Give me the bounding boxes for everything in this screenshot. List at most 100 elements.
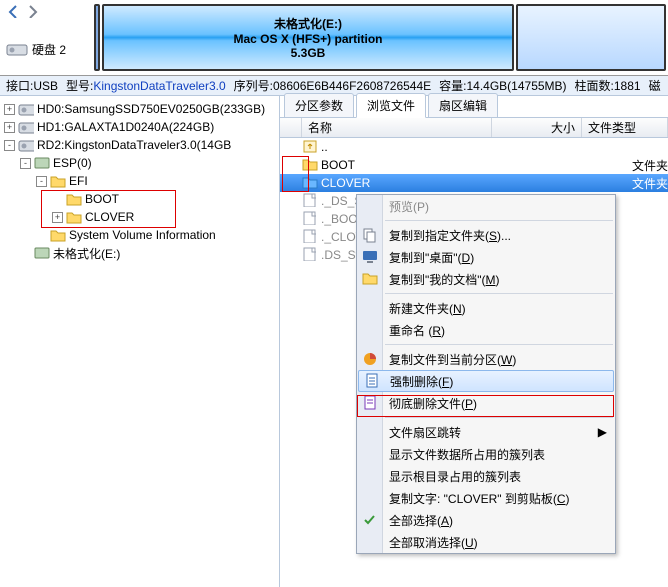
tab[interactable]: 分区参数 — [284, 93, 354, 117]
ctx-item[interactable]: 复制文字: "CLOVER" 到剪贴板(C) — [357, 487, 615, 509]
pie-icon — [362, 351, 378, 367]
hdd-icon — [18, 120, 34, 134]
tree-expander-icon[interactable] — [36, 230, 47, 241]
ctx-item[interactable]: 复制到指定文件夹(S)... — [357, 224, 615, 246]
folder-icon — [302, 175, 318, 192]
tree-expander-icon[interactable]: - — [20, 158, 31, 169]
hdd-icon — [18, 102, 34, 116]
ctx-item[interactable]: 彻底删除文件(P) — [357, 392, 615, 414]
tree-row[interactable]: 未格式化(E:) — [2, 244, 277, 262]
tree-row[interactable]: - ESP(0) — [2, 154, 277, 172]
ctx-label: 文件扇区跳转 — [389, 424, 461, 441]
tree-row[interactable]: + CLOVER — [2, 208, 277, 226]
partition-size: 5.3GB — [291, 46, 326, 60]
device-tree[interactable]: + HD0:SamsungSSD750EV0250GB(233GB) + HD1:GA… — [0, 96, 280, 587]
file-icon — [302, 193, 318, 210]
folder-icon — [50, 174, 66, 188]
submenu-arrow-icon: ▶ — [598, 425, 607, 439]
ctx-label: 复制文字: "CLOVER" 到剪贴板(C) — [389, 490, 570, 507]
file-type: 文件夹 — [632, 175, 668, 192]
ctx-label: 复制文件到当前分区(W) — [389, 351, 516, 368]
ctx-item[interactable]: 新建文件夹(N) — [357, 297, 615, 319]
tree-row[interactable]: + HD0:SamsungSSD750EV0250GB(233GB) — [2, 100, 277, 118]
ctx-label: 复制到"我的文档"(M) — [389, 271, 500, 288]
file-type: 文件夹 — [632, 157, 668, 174]
hdd-icon — [18, 138, 34, 152]
context-menu: 预览(P) 复制到指定文件夹(S)... 复制到"桌面"(D) 复制到"我的文档"(… — [356, 194, 616, 554]
ctx-label: 重命名 (R) — [389, 322, 445, 339]
tree-expander-icon[interactable]: - — [4, 140, 15, 151]
file-row[interactable]: .. — [280, 138, 668, 156]
ctx-item[interactable]: 全部取消选择(U) — [357, 531, 615, 553]
folder-icon — [66, 192, 82, 206]
tree-row[interactable]: + HD1:GALAXTA1D0240A(224GB) — [2, 118, 277, 136]
tree-row[interactable]: - EFI — [2, 172, 277, 190]
nav-fwd-icon[interactable] — [26, 4, 40, 21]
tree-expander-icon[interactable]: + — [4, 122, 15, 133]
tree-label: ESP(0) — [53, 156, 92, 170]
partition-map[interactable]: 未格式化(E:) Mac OS X (HFS+) partition 5.3GB — [94, 0, 668, 75]
ctx-item[interactable]: 强制删除(F) — [358, 370, 614, 392]
copy-icon — [362, 227, 378, 243]
tree-expander-icon[interactable] — [20, 248, 31, 259]
folder-icon — [66, 210, 82, 224]
ctx-label: 强制删除(F) — [390, 373, 453, 390]
ctx-item[interactable]: 复制到"桌面"(D) — [357, 246, 615, 268]
tree-label: CLOVER — [85, 210, 134, 224]
folder-icon — [302, 157, 318, 174]
ctx-label: 新建文件夹(N) — [389, 300, 466, 317]
tree-label: HD0:SamsungSSD750EV0250GB(233GB) — [37, 102, 265, 116]
tree-row[interactable]: BOOT — [2, 190, 277, 208]
ctx-item[interactable]: 全部选择(A) — [357, 509, 615, 531]
file-name: CLOVER — [321, 176, 542, 190]
up-icon — [302, 139, 318, 156]
ctx-item[interactable]: 复制文件到当前分区(W) — [357, 348, 615, 370]
ctx-item[interactable]: 复制到"我的文档"(M) — [357, 268, 615, 290]
ctx-item[interactable]: 重命名 (R) — [357, 319, 615, 341]
col-size[interactable]: 大小 — [492, 118, 582, 137]
file-icon — [302, 229, 318, 246]
disk-indicator: 硬盘 2 — [6, 41, 88, 58]
tree-expander-icon[interactable]: + — [52, 212, 63, 223]
folder-icon — [50, 228, 66, 242]
ctx-header: 预览(P) — [357, 195, 615, 217]
part-icon — [34, 156, 50, 170]
tree-label: BOOT — [85, 192, 119, 206]
tree-expander-icon[interactable]: + — [4, 104, 15, 115]
tab[interactable]: 扇区编辑 — [428, 93, 498, 117]
ctx-label: 复制到"桌面"(D) — [389, 249, 474, 266]
col-type[interactable]: 文件类型 — [582, 118, 668, 137]
tree-label: System Volume Information — [69, 228, 216, 242]
doc-icon — [364, 373, 380, 389]
check-icon — [362, 512, 378, 528]
tree-row[interactable]: System Volume Information — [2, 226, 277, 244]
ctx-label: 彻底删除文件(P) — [389, 395, 477, 412]
shred-icon — [362, 395, 378, 411]
tree-expander-icon[interactable] — [52, 194, 63, 205]
ctx-item[interactable]: 显示文件数据所占用的簇列表 — [357, 443, 615, 465]
desktop-icon — [362, 249, 378, 265]
tab[interactable]: 浏览文件 — [356, 93, 426, 118]
ctx-item[interactable]: 显示根目录占用的簇列表 — [357, 465, 615, 487]
tree-row[interactable]: - RD2:KingstonDataTraveler3.0(14GB — [2, 136, 277, 154]
partition-fs: Mac OS X (HFS+) partition — [233, 32, 382, 46]
col-name[interactable]: 名称 — [302, 118, 492, 137]
partition-title: 未格式化(E:) — [274, 15, 342, 32]
file-row[interactable]: CLOVER 文件夹 — [280, 174, 668, 192]
tree-label: 未格式化(E:) — [53, 245, 120, 262]
tree-label: HD1:GALAXTA1D0240A(224GB) — [37, 120, 214, 134]
tree-label: RD2:KingstonDataTraveler3.0(14GB — [37, 138, 231, 152]
file-icon — [302, 247, 318, 264]
nav-back-icon[interactable] — [6, 4, 20, 21]
folder-icon — [362, 271, 378, 287]
ctx-label: 全部选择(A) — [389, 512, 453, 529]
ctx-label: 全部取消选择(U) — [389, 534, 478, 551]
file-icon — [302, 211, 318, 228]
ctx-item[interactable]: 文件扇区跳转 ▶ — [357, 421, 615, 443]
ctx-label: 显示根目录占用的簇列表 — [389, 468, 521, 485]
tree-label: EFI — [69, 174, 88, 188]
file-row[interactable]: BOOT文件夹 — [280, 156, 668, 174]
tree-expander-icon[interactable]: - — [36, 176, 47, 187]
ctx-label: 复制到指定文件夹(S)... — [389, 227, 511, 244]
ctx-label: 显示文件数据所占用的簇列表 — [389, 446, 545, 463]
